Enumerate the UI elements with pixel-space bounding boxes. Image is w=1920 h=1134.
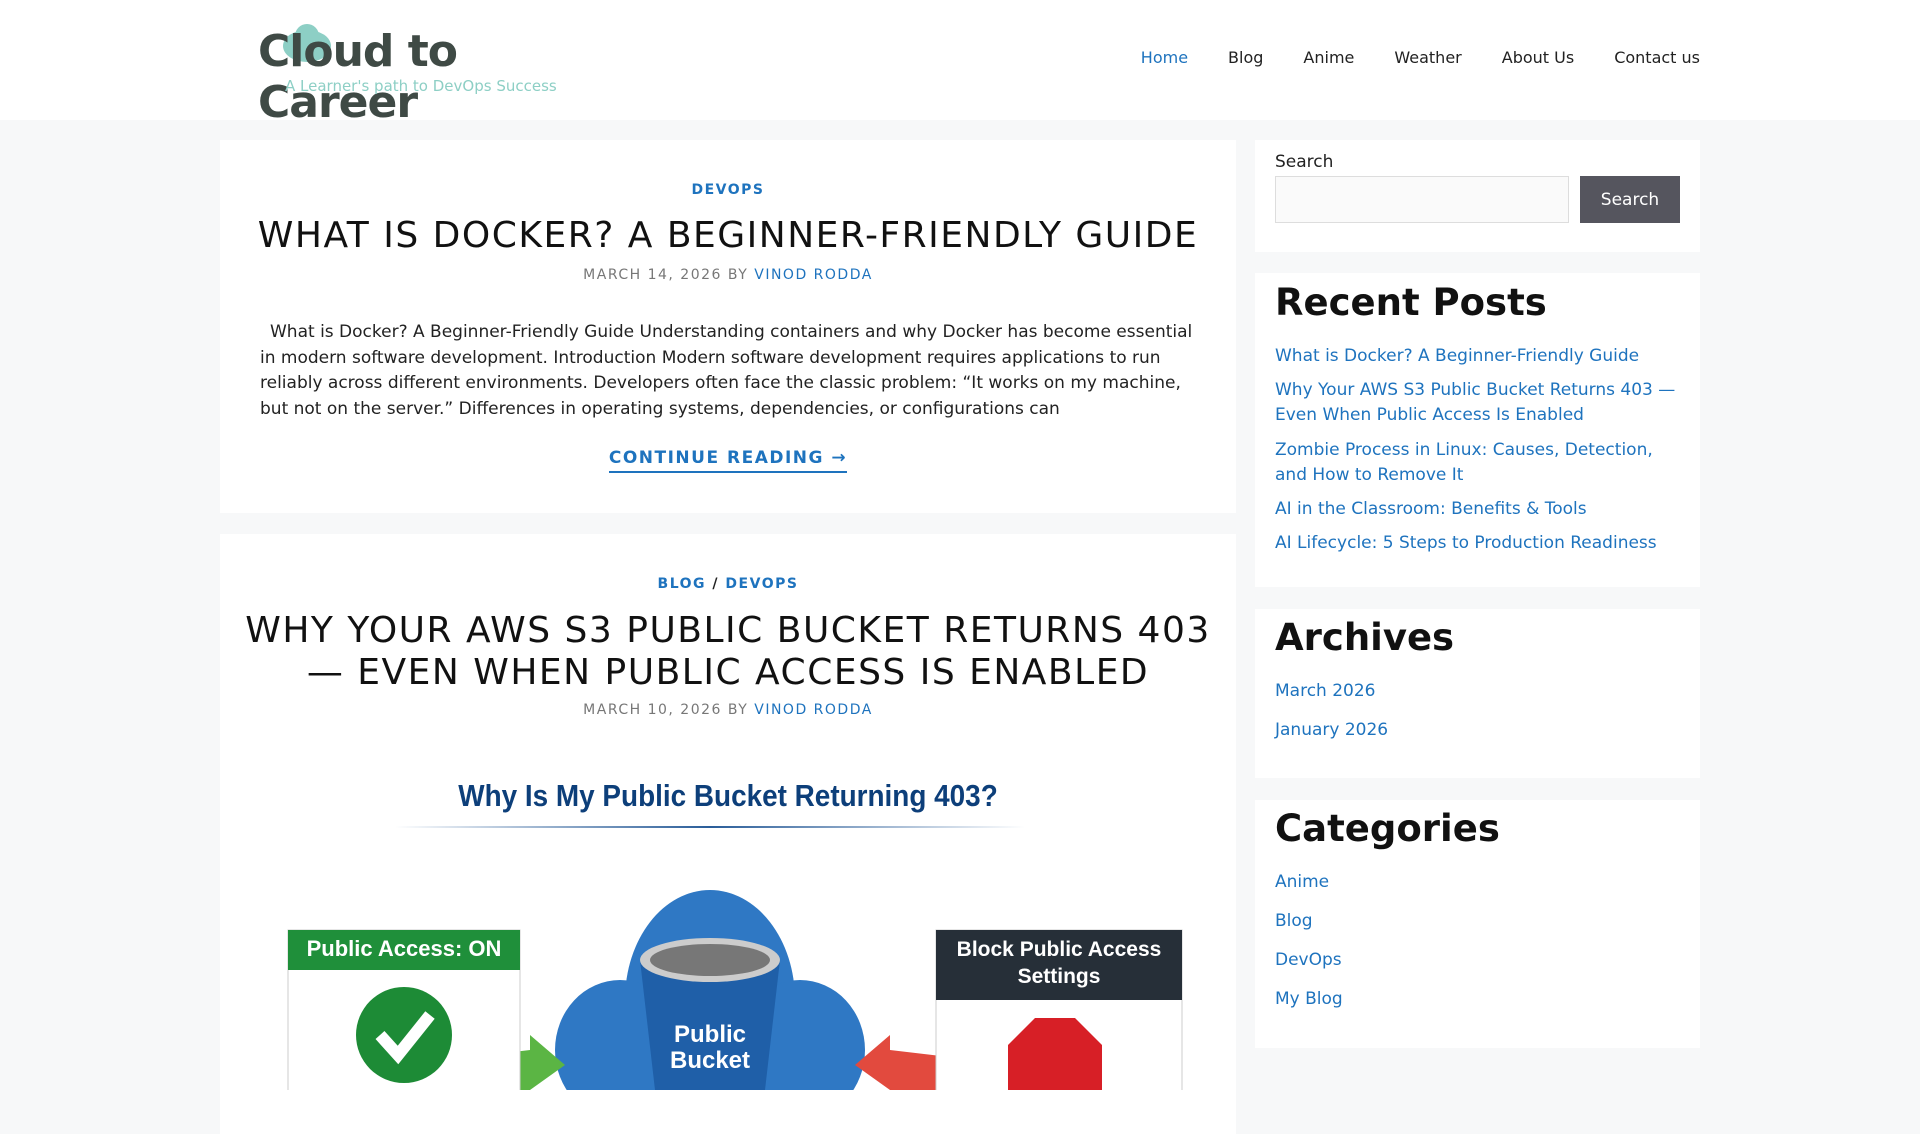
center-label: Public Bucket [640,1022,780,1074]
archive-link[interactable]: March 2026 [1275,679,1680,704]
by-label: BY [727,702,749,718]
left-panel-label: Public Access: ON [306,936,502,961]
widget-heading: Categories [1275,807,1500,850]
widget-heading: Recent Posts [1275,281,1547,324]
archive-link[interactable]: January 2026 [1275,718,1680,743]
category-link-blog[interactable]: Blog [1275,909,1680,934]
nav-home[interactable]: Home [1141,48,1188,67]
link-line: Zombie Process in Linux: Causes, Detecti… [1275,440,1653,460]
recent-posts-widget: Recent Posts What is Docker? A Beginner-… [1255,273,1700,587]
main-nav: Home Blog Anime Weather About Us Contact… [1141,48,1700,67]
post-date: MARCH 10, 2026 [583,702,722,718]
categories-widget: Categories Anime Blog DevOps My Blog [1255,800,1700,1048]
nav-weather[interactable]: Weather [1394,48,1461,67]
nav-about[interactable]: About Us [1502,48,1574,67]
category-link-blog[interactable]: BLOG [658,576,707,592]
search-widget: Search Search [1255,140,1700,252]
category-link-devops[interactable]: DevOps [1275,948,1680,973]
category-link-my-blog[interactable]: My Blog [1275,987,1680,1012]
category-link[interactable]: DEVOPS [691,182,764,198]
link-line: and How to Remove It [1275,465,1464,485]
search-input[interactable] [1275,176,1569,223]
recent-post-link[interactable]: Why Your AWS S3 Public Bucket Returns 40… [1275,378,1680,428]
link-line: Even When Public Access Is Enabled [1275,405,1584,425]
by-label: BY [727,267,749,283]
post-date: MARCH 14, 2026 [583,267,722,283]
recent-post-link[interactable]: AI Lifecycle: 5 Steps to Production Read… [1275,531,1680,556]
post-title[interactable]: WHY YOUR AWS S3 PUBLIC BUCKET RETURNS 40… [245,610,1211,693]
author-link[interactable]: VINOD RODDA [754,702,873,718]
category-link-anime[interactable]: Anime [1275,870,1680,895]
archives-widget: Archives March 2026 January 2026 [1255,609,1700,778]
search-label: Search [1275,152,1334,172]
recent-post-link[interactable]: Zombie Process in Linux: Causes, Detecti… [1275,438,1680,488]
category-separator: / [712,576,720,592]
widget-heading: Archives [1275,616,1455,659]
recent-post-link[interactable]: What is Docker? A Beginner-Friendly Guid… [1275,344,1680,369]
right-label-line: Settings [1017,965,1101,988]
post-card: BLOG / DEVOPS WHY YOUR AWS S3 PUBLIC BUC… [220,534,1236,1134]
post-title[interactable]: WHAT IS DOCKER? A BEGINNER-FRIENDLY GUID… [258,215,1198,256]
center-label-line: Public [673,1021,746,1048]
link-line: Why Your AWS S3 Public Bucket Returns 40… [1275,380,1676,400]
recent-post-link[interactable]: AI in the Classroom: Benefits & Tools [1275,497,1680,522]
search-button[interactable]: Search [1580,176,1680,223]
right-panel-label: Block Public Access Settings [936,936,1182,990]
site-header: Cloud to Career A Learner's path to DevO… [0,0,1920,128]
post-card: DEVOPS WHAT IS DOCKER? A BEGINNER-FRIEND… [220,140,1236,513]
logo-tagline: A Learner's path to DevOps Success [285,77,557,95]
nav-blog[interactable]: Blog [1228,48,1263,67]
featured-image[interactable]: Why Is My Public Bucket Returning 403? P… [260,760,1196,1090]
nav-anime[interactable]: Anime [1303,48,1354,67]
author-link[interactable]: VINOD RODDA [754,267,873,283]
right-label-line: Block Public Access [956,938,1162,961]
post-excerpt: What is Docker? A Beginner-Friendly Guid… [260,322,1193,419]
site-logo[interactable]: Cloud to Career A Learner's path to DevO… [258,22,588,128]
center-label-line: Bucket [669,1047,751,1074]
title-line: — EVEN WHEN PUBLIC ACCESS IS ENABLED [306,652,1150,693]
category-link-devops[interactable]: DEVOPS [725,576,798,592]
continue-reading-link[interactable]: CONTINUE READING → [608,448,848,473]
title-line: WHY YOUR AWS S3 PUBLIC BUCKET RETURNS 40… [245,610,1211,651]
nav-contact[interactable]: Contact us [1614,48,1700,67]
